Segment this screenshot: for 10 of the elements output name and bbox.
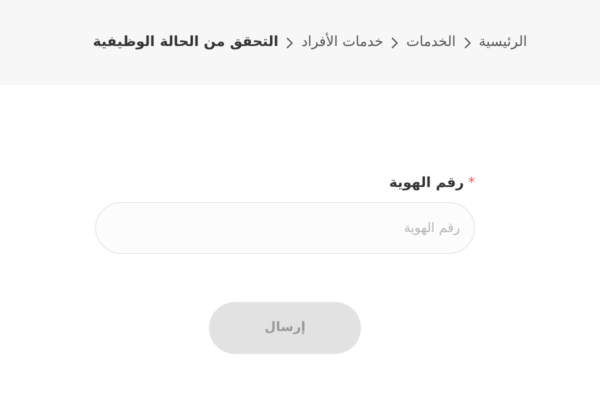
required-mark: * — [468, 174, 475, 193]
chevron-icon — [464, 36, 471, 48]
breadcrumb-link[interactable]: الخدمات — [406, 32, 456, 53]
current-page: التحقق من الحالة الوظيفية — [92, 33, 278, 52]
id-number-field[interactable]: رقم الهوية — [95, 202, 475, 254]
chevron-icon — [286, 36, 294, 48]
breadcrumb-link[interactable]: الرئيسية — [478, 32, 527, 53]
field-label: رقم الهوية — [389, 174, 464, 193]
chevron-icon — [391, 36, 398, 48]
breadcrumb-link[interactable]: خدمات الأفراد — [301, 32, 384, 53]
